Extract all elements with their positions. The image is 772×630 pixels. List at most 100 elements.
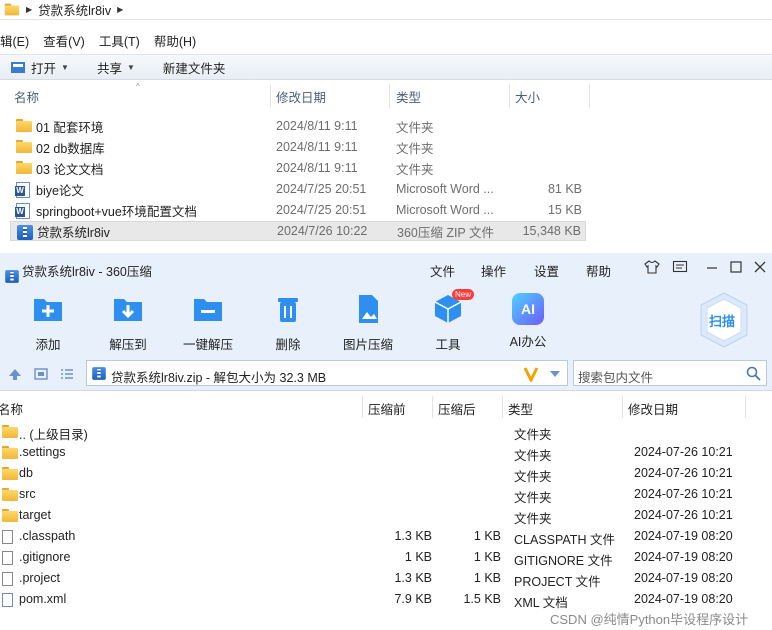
chevron-right-icon[interactable]: ▶	[26, 5, 32, 14]
archive-row[interactable]: .gitignore 1 KB 1 KB GITIGNORE 文件 2024-0…	[0, 547, 772, 568]
column-divider[interactable]	[389, 84, 390, 108]
open-icon	[11, 62, 25, 73]
toolbar: 添加 解压到 一键解压 删除 图片压缩 New 工具 AI AI办公	[0, 283, 772, 355]
column-divider[interactable]	[270, 84, 271, 108]
archive-row[interactable]: src 文件夹 2024-07-26 10:21	[0, 484, 772, 505]
archive-row[interactable]: .project 1.3 KB 1 KB PROJECT 文件 2024-07-…	[0, 568, 772, 589]
archive-row[interactable]: db 文件夹 2024-07-26 10:21	[0, 463, 772, 484]
archive-row[interactable]: .settings 文件夹 2024-07-26 10:21	[0, 442, 772, 463]
archive-row[interactable]: .. (上级目录) 文件夹	[0, 421, 772, 442]
menu-view[interactable]: 查看(V)	[43, 31, 85, 50]
column-divider[interactable]	[362, 396, 363, 418]
one-click-extract-label: 一键解压	[182, 338, 233, 352]
file-date: 2024/7/25 20:51	[276, 203, 367, 217]
chevron-right-icon[interactable]: ▶	[117, 5, 123, 14]
menu-help[interactable]: 帮助	[586, 261, 611, 280]
extract-to-button[interactable]: 解压到	[98, 293, 158, 353]
list-view-icon[interactable]	[60, 367, 74, 381]
thumbnail-view-icon[interactable]	[34, 367, 48, 381]
delete-button[interactable]: 删除	[258, 293, 318, 353]
entry-size-after: 1 KB	[473, 529, 501, 543]
folder-icon	[2, 446, 18, 459]
column-divider[interactable]	[509, 84, 510, 108]
file-row[interactable]: biye论文 2024/7/25 20:51 Microsoft Word ..…	[10, 179, 586, 199]
breadcrumb[interactable]: 贷款系统lr8iv	[38, 0, 111, 19]
tools-label: 工具	[435, 338, 461, 352]
close-icon[interactable]	[752, 259, 768, 275]
word-icon	[15, 203, 30, 219]
share-button[interactable]: 共享 ▼	[97, 58, 135, 77]
minimize-icon[interactable]	[704, 259, 720, 275]
menu-tools[interactable]: 工具(T)	[99, 31, 140, 50]
open-button[interactable]: 打开 ▼	[10, 58, 69, 77]
v-logo-icon[interactable]	[523, 366, 539, 382]
search-input[interactable]: 搜索包内文件	[573, 360, 767, 386]
file-type: 文件夹	[396, 141, 434, 156]
column-header-date[interactable]: 修改日期	[276, 84, 326, 108]
ai-office-button[interactable]: AI AI办公	[498, 293, 558, 350]
file-icon	[2, 530, 13, 544]
menu-edit[interactable]: 辑(E)	[0, 31, 29, 50]
entry-name: db	[19, 466, 33, 480]
tools-button[interactable]: New 工具	[418, 289, 478, 353]
search-icon[interactable]	[746, 366, 761, 381]
entry-size-before: 1.3 KB	[394, 529, 432, 543]
path-field[interactable]: 贷款系统lr8iv.zip - 解包大小为 32.3 MB	[86, 360, 568, 386]
image-compress-icon	[359, 295, 378, 323]
ai-icon: AI	[512, 293, 544, 325]
file-name: biye论文	[36, 183, 84, 198]
column-header-type[interactable]: 类型	[508, 399, 533, 418]
file-name: 02 db数据库	[36, 141, 105, 156]
new-folder-button[interactable]: 新建文件夹	[163, 58, 226, 77]
file-type: Microsoft Word ...	[396, 203, 494, 217]
archive-row[interactable]: target 文件夹 2024-07-26 10:21	[0, 505, 772, 526]
entry-type: 文件夹	[514, 512, 552, 526]
file-row[interactable]: 01 配套环境 2024/8/11 9:11 文件夹	[10, 116, 586, 136]
entry-name: src	[19, 487, 36, 501]
scan-button[interactable]: 扫描	[698, 291, 750, 349]
file-row-selected[interactable]: 贷款系统lr8iv 2024/7/26 10:22 360压缩 ZIP 文件 1…	[10, 221, 586, 241]
entry-date: 2024-07-26 10:21	[634, 487, 733, 501]
column-header-date[interactable]: 修改日期	[628, 399, 678, 418]
folder-icon	[2, 425, 18, 438]
entry-name: .project	[19, 571, 60, 585]
column-divider[interactable]	[589, 84, 590, 108]
file-row[interactable]: 03 论文文档 2024/8/11 9:11 文件夹	[10, 158, 586, 178]
file-type: 360压缩 ZIP 文件	[397, 225, 495, 240]
one-click-extract-button[interactable]: 一键解压	[178, 293, 238, 353]
column-header-after[interactable]: 压缩后	[438, 399, 476, 418]
column-divider[interactable]	[745, 396, 746, 418]
file-row[interactable]: 02 db数据库 2024/8/11 9:11 文件夹	[10, 137, 586, 157]
entry-date: 2024-07-19 08:20	[634, 592, 733, 606]
up-arrow-icon[interactable]	[8, 367, 22, 381]
chevron-down-icon[interactable]	[549, 370, 561, 378]
column-header-type[interactable]: 类型	[396, 84, 421, 108]
archive-row[interactable]: pom.xml 7.9 KB 1.5 KB XML 文档 2024-07-19 …	[0, 589, 772, 610]
file-name: springboot+vue环境配置文档	[36, 204, 197, 219]
column-divider[interactable]	[502, 396, 503, 418]
column-divider[interactable]	[432, 396, 433, 418]
column-header-compressed[interactable]: 压缩前	[368, 399, 406, 418]
archive-row[interactable]: .classpath 1.3 KB 1 KB CLASSPATH 文件 2024…	[0, 526, 772, 547]
entry-size-before: 1 KB	[404, 550, 432, 564]
menu-settings[interactable]: 设置	[534, 261, 559, 280]
image-compress-button[interactable]: 图片压缩	[338, 293, 398, 353]
entry-type: 文件夹	[514, 470, 552, 484]
address-bar[interactable]: ▶ 贷款系统lr8iv ▶	[0, 0, 772, 20]
file-row[interactable]: springboot+vue环境配置文档 2024/7/25 20:51 Mic…	[10, 200, 586, 220]
feedback-icon[interactable]	[672, 259, 688, 275]
menu-help[interactable]: 帮助(H)	[154, 31, 196, 50]
column-header-name[interactable]: 名称	[14, 84, 39, 108]
entry-type: CLASSPATH 文件	[514, 533, 615, 547]
file-date: 2024/8/11 9:11	[276, 119, 358, 133]
file-name: 03 论文文档	[36, 162, 104, 177]
add-button[interactable]: 添加	[18, 293, 78, 353]
entry-size-before: 1.3 KB	[394, 571, 432, 585]
menu-file[interactable]: 文件	[430, 261, 455, 280]
column-header-size[interactable]: 大小	[515, 84, 540, 108]
column-divider[interactable]	[622, 396, 623, 418]
menu-operation[interactable]: 操作	[481, 261, 506, 280]
column-header-name[interactable]: 名称	[0, 399, 23, 418]
skin-shirt-icon[interactable]	[644, 259, 660, 275]
maximize-icon[interactable]	[728, 259, 744, 275]
